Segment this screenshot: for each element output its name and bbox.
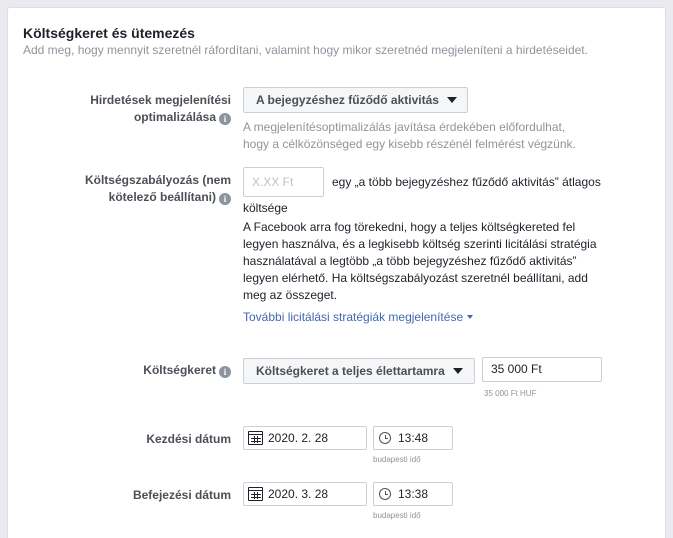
info-icon[interactable]: i [219, 113, 231, 125]
budget-type-value: Költségkeret a teljes élettartamra [256, 364, 445, 378]
cost-control-label-line1: Költségszabályozás (nem [84, 173, 231, 187]
budget-amount-input[interactable]: 35 000 Ft [482, 357, 602, 382]
optimization-dropdown[interactable]: A bejegyzéshez fűződő aktivitás [243, 87, 468, 113]
end-time-picker[interactable]: 13:38 [373, 482, 453, 506]
start-time-value: 13:48 [398, 431, 429, 445]
start-date-value: 2020. 2. 28 [268, 431, 329, 445]
cost-control-description: A Facebook arra fog törekedni, hogy a te… [243, 219, 643, 304]
cost-control-suffix-line2: költsége [243, 201, 288, 215]
budget-schedule-panel: Költségkeret és ütemezés Add meg, hogy m… [7, 7, 666, 538]
optimization-help-line1: A megjelenítésoptimalizálás javítása érd… [243, 120, 566, 134]
budget-label: Költségkeret [143, 363, 216, 377]
budget-type-dropdown[interactable]: Költségkeret a teljes élettartamra [243, 358, 475, 384]
budget-label-row: Költségkeret i [48, 362, 231, 379]
optimization-dropdown-value: A bejegyzéshez fűződő aktivitás [256, 93, 439, 107]
clock-icon [379, 488, 391, 500]
more-bid-strategies-link[interactable]: További licitálási stratégiák megjelenít… [243, 310, 474, 324]
info-icon[interactable]: i [219, 193, 231, 205]
optimization-help-line2: hogy a célközönséged egy kisebb részénél… [243, 137, 576, 151]
cost-control-description-line: meg az összeget. [243, 288, 338, 302]
caret-down-icon [467, 315, 474, 319]
end-date-label: Befejezési dátum [132, 488, 231, 502]
optimization-help: A megjelenítésoptimalizálás javítása érd… [243, 119, 576, 153]
cost-control-description-line: legyen használva, és a legkisebb költség… [243, 237, 597, 251]
clock-icon [379, 432, 391, 444]
section-subtitle: Add meg, hogy mennyit szeretnél ráfordít… [23, 43, 588, 57]
start-time-picker[interactable]: 13:48 [373, 426, 453, 450]
cost-control-label-line2: kötelező beállítani) [108, 190, 216, 204]
cost-control-description-line: használatával a legtöbb „a több bejegyzé… [243, 254, 577, 268]
end-timezone: budapesti idő [373, 511, 421, 520]
end-time-value: 13:38 [398, 487, 429, 501]
optimization-label-line2: optimalizálása [133, 110, 216, 124]
more-bid-strategies-label: További licitálási stratégiák megjelenít… [243, 310, 464, 324]
start-date-label: Kezdési dátum [146, 432, 231, 446]
cost-control-label: Költségszabályozás (nem kötelező beállít… [48, 172, 231, 206]
info-icon[interactable]: i [219, 366, 231, 378]
caret-down-icon [446, 97, 457, 103]
optimization-label-line1: Hirdetések megjelenítési [90, 93, 231, 107]
caret-down-icon [452, 368, 463, 374]
start-timezone: budapesti idő [373, 455, 421, 464]
calendar-icon [248, 431, 263, 445]
cost-control-description-line: legyen elérhető. Ha költségszabályozást … [243, 271, 588, 285]
cost-control-suffix-line1: egy „a több bejegyzéshez fűződő aktivitá… [332, 175, 601, 189]
optimization-label: Hirdetések megjelenítési optimalizálása i [48, 92, 231, 126]
cost-control-description-line: A Facebook arra fog törekedni, hogy a te… [243, 220, 576, 234]
section-title: Költségkeret és ütemezés [23, 25, 195, 41]
start-date-picker[interactable]: 2020. 2. 28 [243, 426, 367, 450]
end-date-picker[interactable]: 2020. 3. 28 [243, 482, 367, 506]
cost-control-input[interactable]: X.XX Ft [243, 167, 324, 197]
calendar-icon [248, 487, 263, 501]
end-date-value: 2020. 3. 28 [268, 487, 329, 501]
budget-amount-note: 35 000 Ft HUF [484, 389, 537, 398]
